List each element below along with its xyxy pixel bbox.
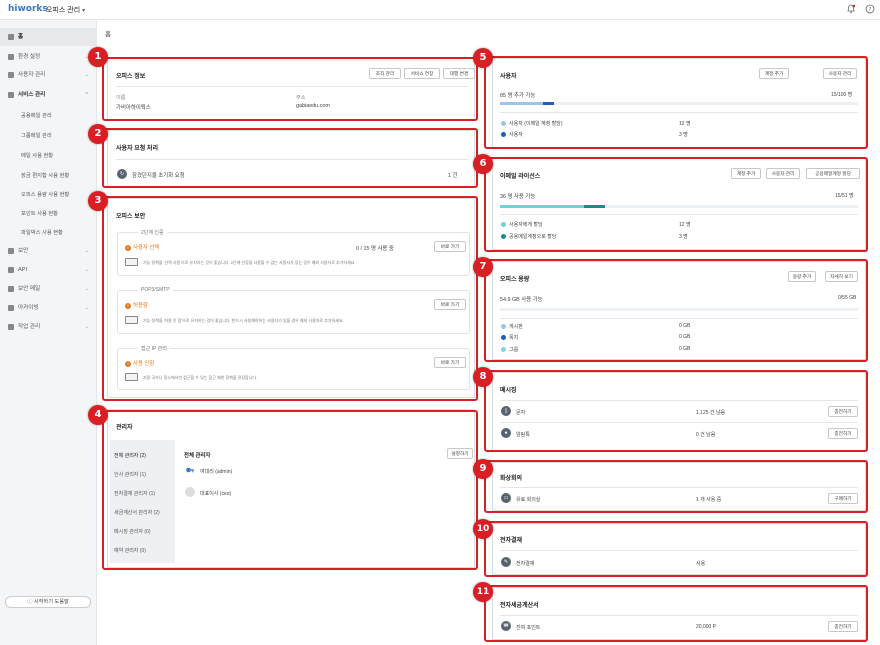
highlight-frame [484,157,868,252]
step-badge: 2 [88,124,108,144]
step-badge: 8 [473,367,493,387]
highlight-frame [102,57,478,121]
sidebar-item-label: 보안 [18,248,29,254]
sidebar-subitem[interactable]: 파일박스 사용 현황 [21,228,63,236]
sidebar-item-label: 서비스 관리 [18,92,46,98]
highlight-frame [484,56,868,149]
sidebar-item-api[interactable]: API ⌄ [0,261,97,279]
sidebar-subitem[interactable]: 메일 사용 현황 [21,151,53,159]
sidebar-item-security[interactable]: 보안 ⌄ [0,242,97,260]
highlight-frame [102,410,478,570]
step-badge: 5 [473,48,493,68]
user-icon [8,71,14,78]
chevron-down-icon: ⌄ [84,248,89,254]
sidebar-item-label: 아카이빙 [18,305,39,311]
sidebar-item-archiving[interactable]: 아카이빙 ⌄ [0,299,97,317]
sidebar-item-service[interactable]: 서비스 관리 ⌃ [0,86,97,104]
step-badge: 7 [473,257,493,277]
step-badge: 1 [88,47,108,67]
chevron-down-icon: ⌄ [84,286,89,292]
top-bar: hiworks 오피스 관리 ▾ ? [0,0,880,20]
chevron-down-icon: ⌄ [84,72,89,78]
highlight-frame [484,370,868,452]
highlight-frame [484,585,868,642]
start-guide-label: 시작하기 도움말 [33,599,69,605]
chevron-down-icon: ▾ [82,8,86,14]
sidebar-subitem[interactable]: 공용메일 관리 [21,111,52,119]
step-badge: 6 [473,154,493,174]
highlight-frame [484,521,868,577]
chevron-up-icon: ⌃ [84,92,89,98]
step-badge: 11 [473,582,493,602]
app-title-label: 오피스 관리 [46,7,81,14]
highlight-frame [484,460,868,513]
sidebar-subitem[interactable]: 오피스 용량 사용 현황 [21,190,69,198]
step-badge: 3 [88,191,108,211]
chevron-down-icon: ⌄ [84,267,89,273]
sidebar-item-users[interactable]: 사용자 관리 ⌄ [0,66,97,84]
sidebar-item-label: 보안 메일 [18,286,41,292]
api-icon [8,266,14,273]
chart-icon [8,91,14,98]
step-badge: 9 [473,459,493,479]
info-icon: ⓘ [27,599,33,605]
bell-icon[interactable] [846,4,856,14]
sidebar-subitem[interactable]: 장금 편지함 사용 현황 [21,171,69,179]
step-badge: 4 [88,405,108,425]
sidebar: 홈 환경 설정 ⌄ 사용자 관리 ⌄ 서비스 관리 ⌃ 공용메일 관리 그룹메일 관리… [0,20,97,645]
mail-lock-icon [8,285,14,292]
page-title: 홈 [105,31,111,38]
sidebar-item-label: API [18,267,28,273]
sidebar-item-label: 사용자 관리 [18,72,46,78]
sidebar-subitem[interactable]: 그룹메일 관리 [21,131,52,139]
lock-icon [8,247,14,254]
task-icon [8,323,14,330]
sidebar-item-settings[interactable]: 환경 설정 ⌄ [0,48,97,66]
gear-icon [8,53,14,60]
sidebar-item-label: 작업 관리 [18,324,41,330]
archive-icon [8,304,14,311]
app-title[interactable]: 오피스 관리 ▾ [46,5,85,15]
help-icon[interactable]: ? [865,4,875,14]
svg-text:?: ? [869,7,872,13]
highlight-frame [484,259,868,362]
step-badge: 10 [473,519,493,539]
highlight-frame [102,196,478,401]
chevron-down-icon: ⌄ [84,305,89,311]
start-guide-button[interactable]: ⓘ 시작하기 도움말 [5,596,91,608]
sidebar-item-tasks[interactable]: 작업 관리 ⌄ [0,318,97,336]
sidebar-item-secure-mail[interactable]: 보안 메일 ⌄ [0,280,97,298]
sidebar-item-home[interactable]: 홈 [0,28,97,46]
highlight-frame [102,128,478,188]
sidebar-item-label: 환경 설정 [18,54,41,60]
hiworks-logo[interactable]: hiworks [8,4,48,14]
chevron-down-icon: ⌄ [84,324,89,330]
sidebar-subitem[interactable]: 포인트 사용 현황 [21,209,58,217]
sidebar-item-label: 홈 [18,34,24,40]
home-icon [8,33,14,40]
